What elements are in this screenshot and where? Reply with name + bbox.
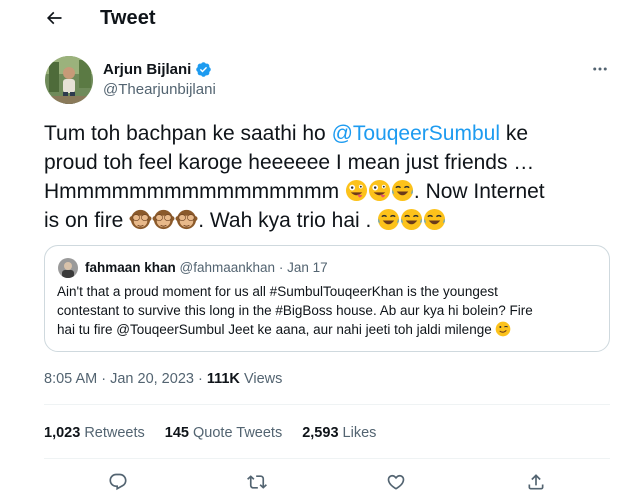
quote-line-1: Ain't that a proud moment for us all #Su… bbox=[57, 284, 498, 299]
arrow-left-icon bbox=[46, 11, 62, 25]
quote-tweets-stat[interactable]: 145 Quote Tweets bbox=[165, 425, 282, 441]
retweets-label: Retweets bbox=[80, 425, 145, 441]
tweet-date[interactable]: Jan 20, 2023 bbox=[110, 371, 194, 387]
retweets-count: 1,023 bbox=[44, 425, 81, 441]
quote-text-segment: hai tu fire @TouqeerSumbul Jeet ke aana,… bbox=[57, 322, 492, 337]
see-no-evil-monkey-emoji bbox=[129, 209, 152, 230]
quote-author-avatar bbox=[58, 258, 78, 278]
tweet-time[interactable]: 8:05 AM bbox=[44, 371, 97, 387]
quote-separator: · bbox=[275, 260, 288, 275]
tweet-text-segment: . Now Internet bbox=[413, 180, 545, 203]
back-button[interactable] bbox=[36, 6, 72, 30]
retweet-icon bbox=[247, 475, 267, 489]
heart-icon bbox=[387, 474, 405, 490]
author-handle[interactable]: @Thearjunbijlani bbox=[103, 81, 216, 98]
page-title: Tweet bbox=[100, 7, 156, 29]
tears-of-joy-emoji bbox=[378, 208, 400, 231]
tweet-line-2: proud toh feel karoge heeeeee I mean jus… bbox=[44, 151, 535, 174]
quote-author-name: fahmaan khan bbox=[85, 260, 176, 275]
likes-count: 2,593 bbox=[302, 425, 339, 441]
tears-of-joy-emoji bbox=[424, 208, 446, 231]
more-horizontal-icon bbox=[593, 67, 607, 71]
mention-link[interactable]: @TouqeerSumbul bbox=[332, 122, 500, 145]
meta-separator: · bbox=[193, 371, 207, 387]
quote-tweets-label: Quote Tweets bbox=[188, 425, 283, 441]
quote-line-3: hai tu fire @TouqeerSumbul Jeet ke aana,… bbox=[57, 320, 602, 339]
header: Tweet bbox=[0, 0, 628, 40]
views-label: Views bbox=[239, 371, 283, 387]
tweet-text-segment: ke bbox=[500, 122, 529, 145]
tweet-text-segment: Tum toh bachpan ke saathi ho bbox=[44, 122, 332, 145]
tears-of-joy-emoji bbox=[401, 208, 423, 231]
meta-separator: · bbox=[97, 371, 111, 387]
reply-button[interactable] bbox=[106, 470, 130, 494]
tweet-line-4: is on fire . Wah kya trio hai . bbox=[44, 206, 614, 235]
likes-stat[interactable]: 2,593 Likes bbox=[302, 425, 376, 441]
views-count: 111K bbox=[206, 371, 240, 387]
see-no-evil-monkey-emoji bbox=[152, 209, 175, 230]
quote-author-handle: @fahmaankhan bbox=[179, 260, 276, 275]
quote-header: fahmaan khan @fahmaankhan · Jan 17 bbox=[85, 260, 328, 275]
tweet-line-3: Hmmmmmmmmmmmmmmmm . Now Internet bbox=[44, 177, 614, 206]
retweets-stat[interactable]: 1,023 Retweets bbox=[44, 425, 145, 441]
avatar-image bbox=[45, 56, 93, 104]
tweet-text-segment: . Wah kya trio hai . bbox=[198, 209, 372, 232]
zany-face-emoji bbox=[368, 179, 390, 202]
author-name[interactable]: Arjun Bijlani bbox=[103, 61, 212, 78]
quote-line-2: contestant to survive this long in the #… bbox=[57, 303, 533, 318]
divider bbox=[44, 458, 610, 459]
quote-tweet-card[interactable]: fahmaan khan @fahmaankhan · Jan 17 Ain't… bbox=[44, 245, 610, 352]
likes-label: Likes bbox=[338, 425, 377, 441]
see-no-evil-monkey-emoji bbox=[175, 209, 198, 230]
winking-face-emoji bbox=[496, 321, 511, 337]
share-button[interactable] bbox=[524, 470, 548, 494]
quote-date: Jan 17 bbox=[287, 260, 328, 275]
tweet-text: Tum toh bachpan ke saathi ho @TouqeerSum… bbox=[44, 119, 614, 235]
tweet-text-segment: is on fire bbox=[44, 209, 124, 232]
zany-face-emoji bbox=[345, 179, 367, 202]
divider bbox=[44, 404, 610, 405]
tears-of-joy-emoji bbox=[391, 179, 413, 202]
author-name-text: Arjun Bijlani bbox=[103, 61, 192, 78]
share-icon bbox=[528, 474, 544, 490]
author-avatar[interactable] bbox=[45, 56, 93, 104]
reply-icon bbox=[109, 473, 127, 491]
tweet-page: Tweet Arjun Bijlani @Thearjunbijlani Tum… bbox=[0, 0, 628, 501]
like-button[interactable] bbox=[384, 470, 408, 494]
retweet-button[interactable] bbox=[245, 470, 269, 494]
verified-badge-icon bbox=[195, 61, 212, 78]
quote-text: Ain't that a proud moment for us all #Su… bbox=[57, 282, 602, 339]
quote-tweets-count: 145 bbox=[164, 425, 189, 441]
action-bar bbox=[44, 470, 610, 494]
tweet-line-1: Tum toh bachpan ke saathi ho @TouqeerSum… bbox=[44, 119, 614, 148]
engagement-stats: 1,023 Retweets 145 Quote Tweets 2,593 Li… bbox=[44, 425, 376, 441]
more-button[interactable] bbox=[588, 60, 612, 78]
tweet-meta: 8:05 AM · Jan 20, 2023 · 111K Views bbox=[44, 371, 282, 387]
tweet-text-segment: Hmmmmmmmmmmmmmmmm bbox=[44, 180, 340, 203]
